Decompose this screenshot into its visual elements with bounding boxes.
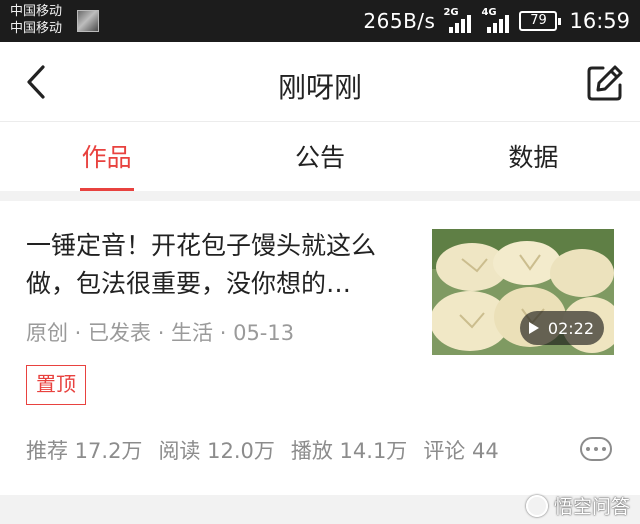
signal-2-icon: 4G — [481, 7, 511, 34]
more-dots-icon — [586, 447, 590, 451]
more-options-button[interactable] — [580, 437, 612, 461]
tab-works[interactable]: 作品 — [0, 123, 213, 191]
title-bar: 刚呀刚 — [0, 42, 640, 122]
watermark: 悟空问答 — [525, 492, 630, 519]
video-thumbnail[interactable]: 02:22 — [432, 229, 614, 355]
video-duration: 02:22 — [519, 311, 604, 345]
stat-recommend: 推荐 17.2万 — [26, 439, 143, 463]
tab-data-label: 数据 — [508, 143, 559, 172]
carrier-labels: 中国移动 中国移动 — [10, 3, 62, 37]
article-meta: 原创 · 已发表 · 生活 · 05-13 — [26, 321, 295, 345]
article-title[interactable]: 一锤定音！开花包子馒头就这么做，包法很重要，没你想的… — [26, 227, 420, 303]
tab-data[interactable]: 数据 — [427, 123, 640, 191]
tab-announcements-label: 公告 — [294, 143, 345, 172]
carrier-2: 中国移动 — [10, 21, 63, 36]
watermark-logo-icon — [525, 494, 548, 517]
tab-announcements[interactable]: 公告 — [213, 123, 426, 191]
status-bar: 中国移动 中国移动 265B/s 2G 4G 79 16:59 — [0, 0, 640, 42]
page-title: 刚呀刚 — [277, 71, 362, 104]
status-indicators: 265B/s 2G 4G 79 16:59 — [363, 7, 630, 35]
pinned-badge: 置顶 — [26, 365, 86, 405]
carrier-1: 中国移动 — [10, 4, 63, 19]
section-divider — [0, 191, 640, 201]
play-icon — [528, 322, 539, 334]
watermark-text: 悟空问答 — [553, 496, 630, 518]
stat-comments: 评论 44 — [423, 439, 499, 463]
tab-works-label: 作品 — [81, 143, 132, 172]
stat-plays: 播放 14.1万 — [290, 439, 408, 463]
tab-bar: 作品 公告 数据 — [0, 123, 640, 191]
clock: 16:59 — [569, 9, 630, 33]
article-card[interactable]: 一锤定音！开花包子馒头就这么做，包法很重要，没你想的… 原创 · 已发表 · 生… — [0, 201, 640, 495]
duration-text: 02:22 — [547, 318, 594, 338]
edit-button[interactable] — [584, 62, 626, 104]
edit-icon — [587, 65, 623, 101]
article-stats: 推荐 17.2万 阅读 12.0万 播放 14.1万 评论 44 — [26, 435, 499, 465]
notification-thumbnail-icon — [77, 10, 99, 32]
signal-1-icon: 2G — [443, 7, 473, 34]
net-speed: 265B/s — [363, 9, 436, 33]
stat-reads: 阅读 12.0万 — [158, 439, 275, 463]
battery-icon: 79 — [519, 11, 562, 31]
